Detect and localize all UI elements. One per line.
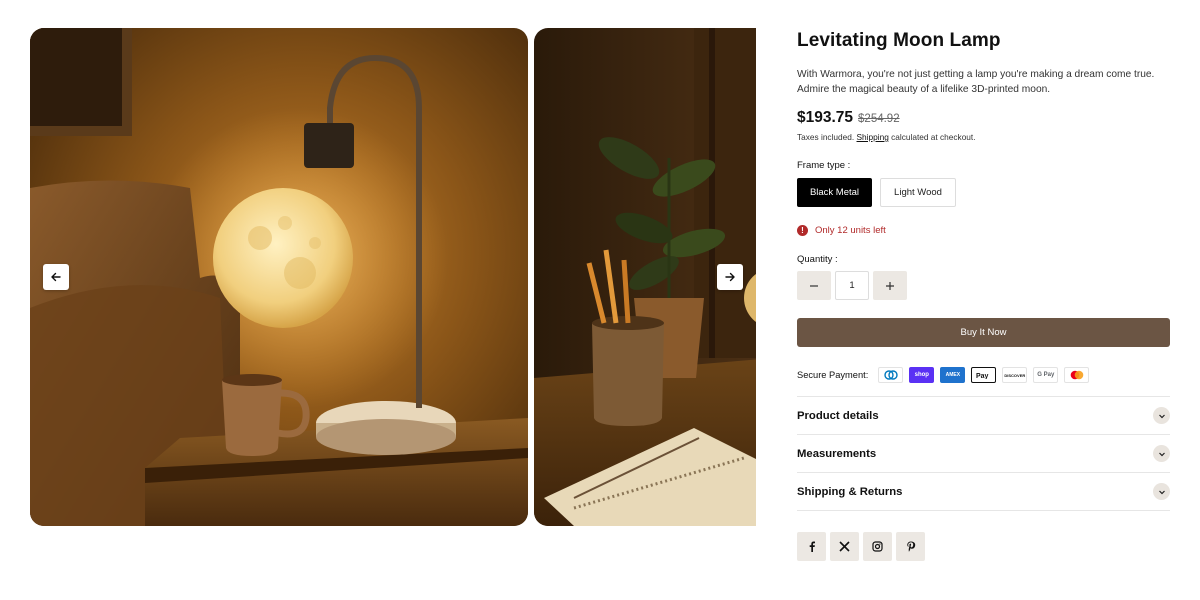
lamp-photo	[30, 28, 528, 526]
compare-price: $254.92	[858, 113, 900, 125]
plus-icon	[886, 281, 894, 290]
gallery-prev-button[interactable]	[43, 264, 69, 290]
mastercard-icon	[1064, 367, 1090, 383]
social-share	[797, 532, 1170, 561]
diners-club-icon	[878, 367, 904, 383]
tax-note: Taxes included. Shipping calculated at c…	[797, 132, 1170, 142]
chevron-down-icon	[1153, 407, 1170, 424]
instagram-icon	[872, 541, 883, 552]
variant-black-metal[interactable]: Black Metal	[797, 178, 872, 207]
secure-payment: Secure Payment: shop AMEX Pay DISCOVER G…	[797, 367, 1170, 383]
x-icon	[839, 541, 850, 552]
product-info: Levitating Moon Lamp With Warmora, you'r…	[797, 28, 1170, 561]
accordion-product-details[interactable]: Product details	[797, 397, 1170, 435]
minus-icon	[810, 284, 818, 287]
shipping-link[interactable]: Shipping	[857, 132, 889, 142]
quantity-input[interactable]: 1	[835, 271, 869, 300]
accordion-title: Product details	[797, 409, 879, 422]
product-description: With Warmora, you're not just getting a …	[797, 69, 1155, 95]
facebook-share-button[interactable]	[797, 532, 826, 561]
stock-text: Only 12 units left	[815, 225, 886, 236]
quantity-label: Quantity :	[797, 254, 838, 265]
chevron-down-icon	[1153, 483, 1170, 500]
arrow-right-icon	[725, 272, 735, 282]
alert-icon: !	[797, 225, 808, 236]
pinterest-share-button[interactable]	[896, 532, 925, 561]
google-pay-icon: G Pay	[1033, 367, 1059, 383]
accordion-title: Measurements	[797, 447, 877, 460]
apple-pay-icon: Pay	[971, 367, 997, 383]
pinterest-icon	[906, 541, 915, 552]
secure-payment-label: Secure Payment:	[797, 370, 869, 380]
quantity-decrease-button[interactable]	[797, 271, 831, 300]
gallery-next-button[interactable]	[717, 264, 743, 290]
shop-pay-icon: shop	[909, 367, 935, 383]
accordion-shipping-returns[interactable]: Shipping & Returns	[797, 473, 1170, 511]
accordion-measurements[interactable]: Measurements	[797, 435, 1170, 473]
stock-warning: ! Only 12 units left	[797, 225, 1170, 236]
buy-it-now-button[interactable]: Buy It Now	[797, 318, 1170, 347]
x-share-button[interactable]	[830, 532, 859, 561]
arrow-left-icon	[51, 272, 61, 282]
product-title: Levitating Moon Lamp	[797, 30, 1001, 51]
frame-type-options: Black Metal Light Wood	[797, 178, 1170, 207]
frame-type-label: Frame type :	[797, 160, 851, 171]
instagram-share-button[interactable]	[863, 532, 892, 561]
accordion-title: Shipping & Returns	[797, 485, 903, 498]
tax-suffix: calculated at checkout.	[891, 132, 976, 142]
sale-price: $193.75	[797, 109, 854, 126]
quantity-stepper: 1	[797, 271, 1170, 300]
amex-icon: AMEX	[940, 367, 966, 383]
variant-light-wood[interactable]: Light Wood	[880, 178, 956, 207]
chevron-down-icon	[1153, 445, 1170, 462]
quantity-increase-button[interactable]	[873, 271, 907, 300]
discover-icon: DISCOVER	[1002, 367, 1028, 383]
facebook-icon	[809, 541, 815, 552]
price-row: $193.75 $254.92	[797, 109, 1170, 127]
tax-prefix: Taxes included.	[797, 132, 855, 142]
gallery-image-lamp[interactable]	[30, 28, 528, 526]
svg-text:Pay: Pay	[976, 373, 989, 379]
product-gallery	[30, 28, 756, 526]
product-accordion: Product details Measurements Shipping & …	[797, 396, 1170, 511]
